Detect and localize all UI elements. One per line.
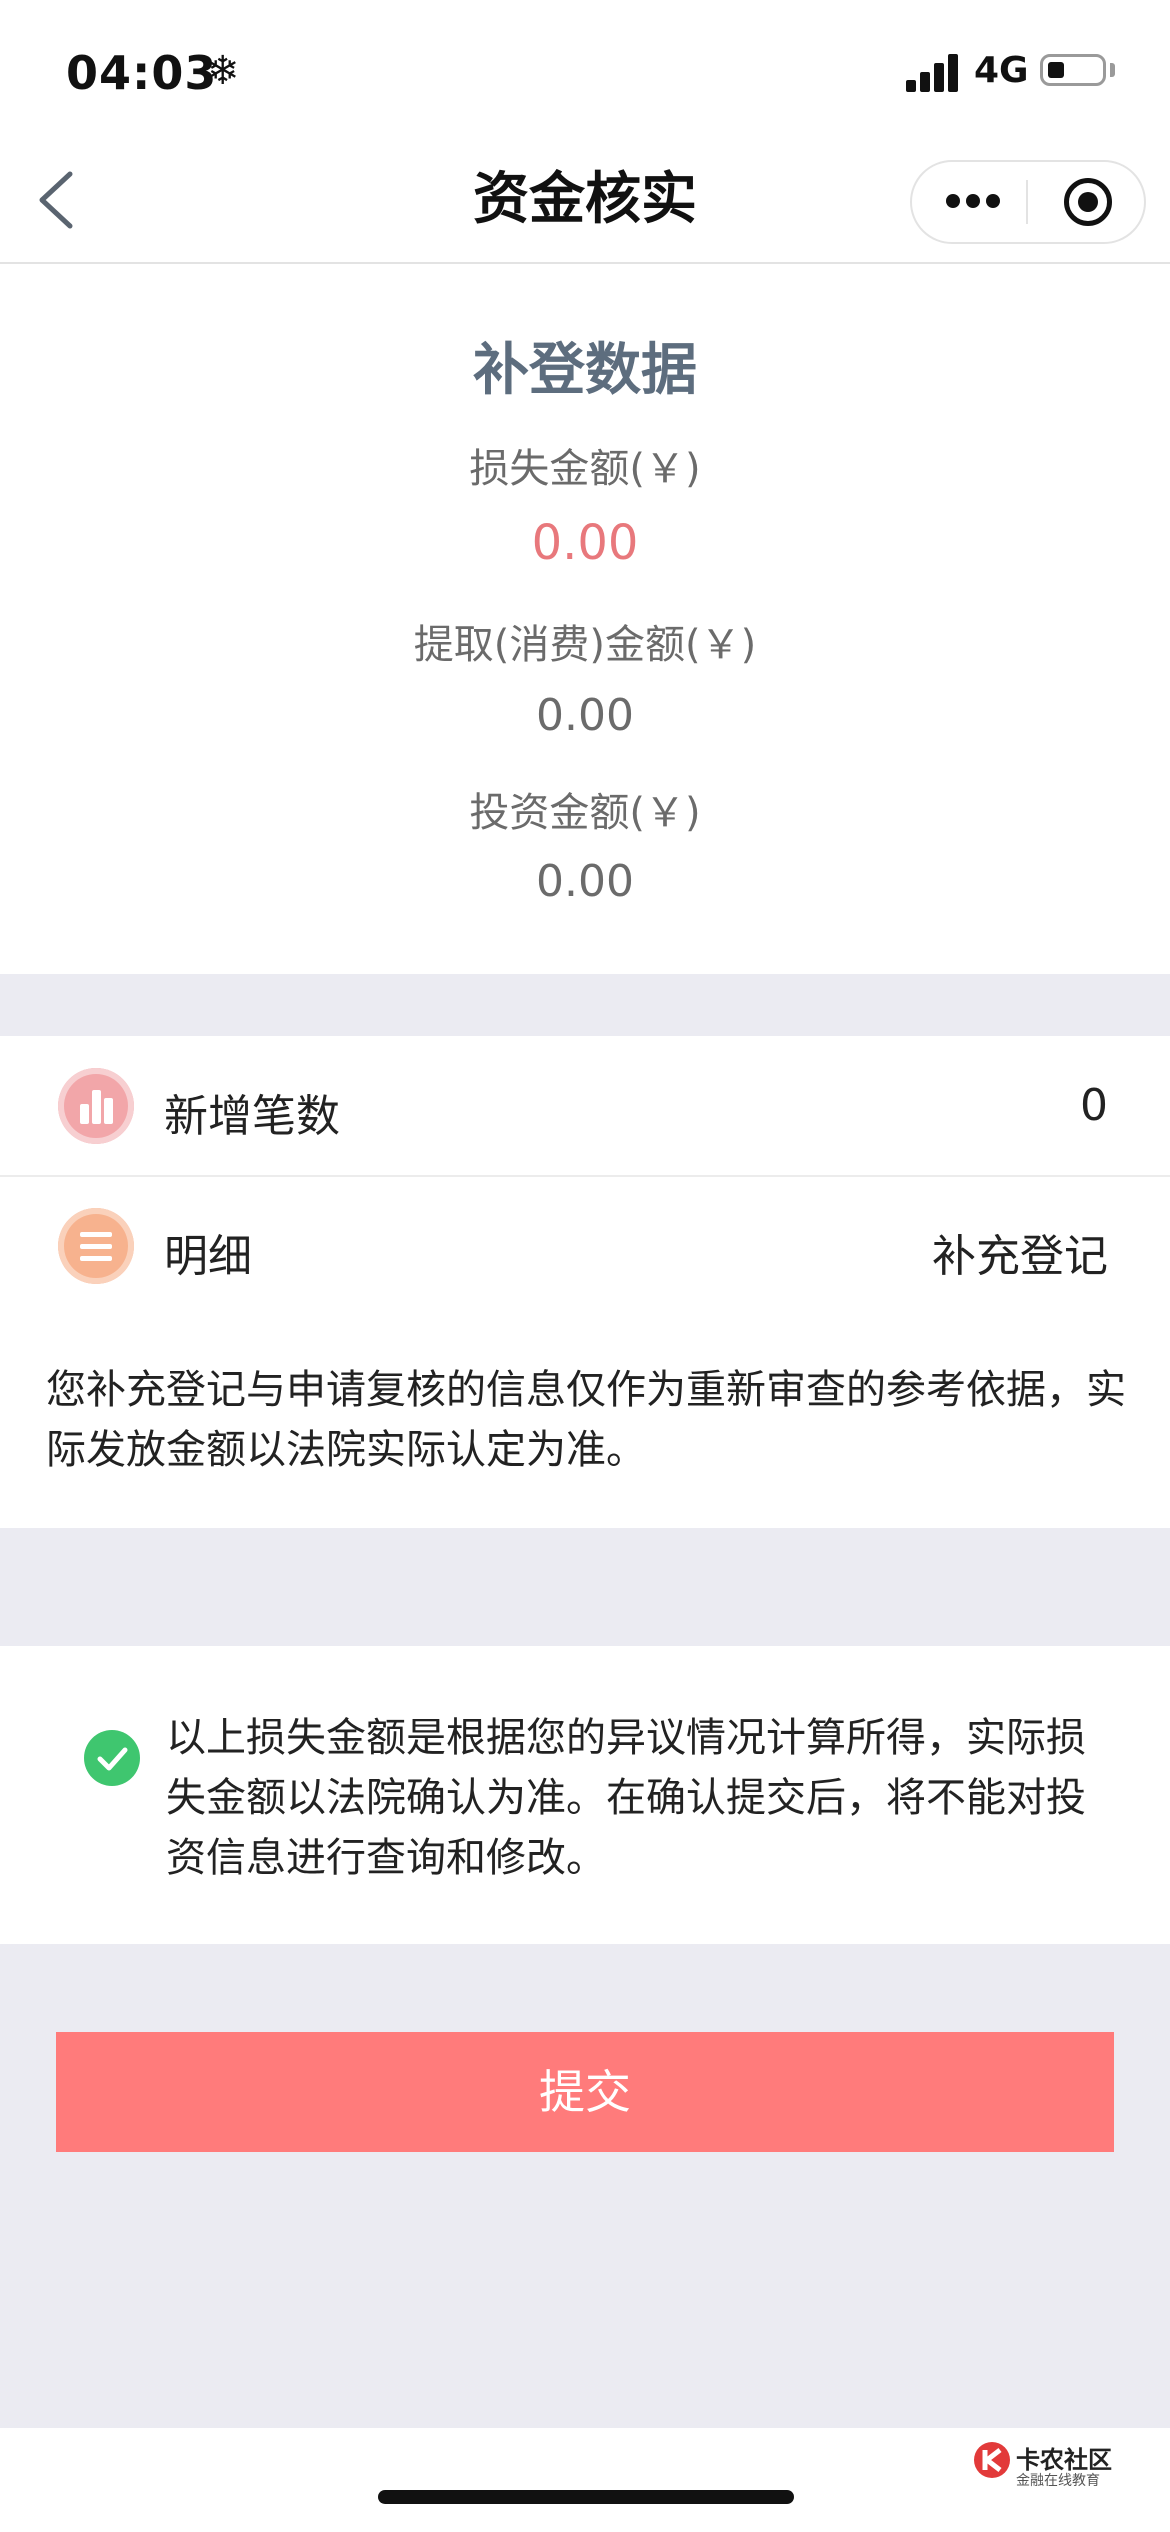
submit-button[interactable]: 提交: [56, 2032, 1114, 2152]
bar-chart-icon: [58, 1068, 134, 1144]
snowflake-icon: ❄: [206, 48, 240, 94]
close-button[interactable]: [1048, 168, 1128, 236]
invest-amount-value: 0.00: [536, 856, 634, 907]
withdraw-amount-label: 提取(消费)金额(￥): [413, 622, 757, 668]
battery-tip: [1110, 63, 1115, 77]
watermark-logo-icon: [972, 2440, 1012, 2480]
signal-icon: [906, 52, 960, 92]
loss-amount-value: 0.00: [531, 515, 639, 571]
summary-title: 补登数据: [473, 338, 697, 403]
notice-text: 您补充登记与申请复核的信息仅作为重新审查的参考依据，实际发放金额以法院实际认定为…: [46, 1367, 1126, 1473]
capsule-divider: [1026, 180, 1028, 224]
check-circle-icon[interactable]: [84, 1730, 140, 1786]
home-indicator[interactable]: [378, 2490, 794, 2504]
new-count-value: 0: [1080, 1080, 1108, 1131]
status-time: 04:03: [66, 46, 218, 100]
back-chevron-icon: [39, 171, 73, 229]
invest-amount-label: 投资金额(￥): [469, 790, 701, 836]
withdraw-amount-value: 0.00: [536, 690, 634, 741]
agreement-text: 以上损失金额是根据您的异议情况计算所得，实际损失金额以法院确认为准。在确认提交后…: [166, 1715, 1086, 1881]
list-icon: [58, 1208, 134, 1284]
more-button[interactable]: [924, 168, 1020, 236]
page-title: 资金核实: [473, 167, 697, 232]
supplement-register-link[interactable]: 补充登记: [840, 1220, 1108, 1284]
watermark-subtitle: 金融在线教育: [1016, 2473, 1100, 2489]
new-count-label: 新增笔数: [164, 1091, 340, 1142]
detail-label: 明细: [164, 1231, 252, 1282]
battery-icon: [1040, 54, 1106, 86]
loss-amount-label: 损失金额(￥): [469, 446, 701, 492]
network-type: 4G: [974, 50, 1029, 91]
back-button[interactable]: [30, 160, 100, 240]
